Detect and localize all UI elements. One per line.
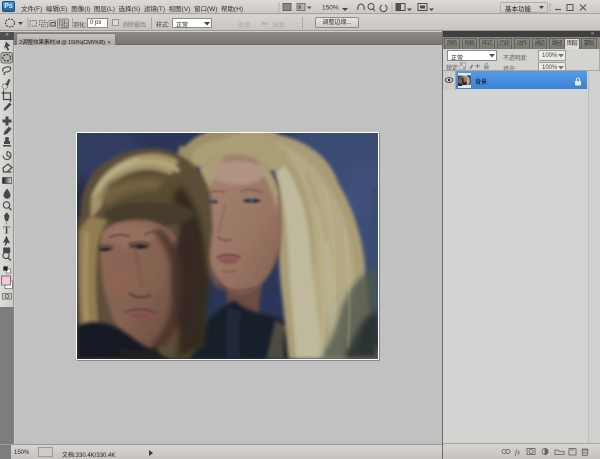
svg-text:150%: 150% — [322, 5, 339, 12]
svg-text:fx: fx — [515, 449, 521, 457]
svg-text:T: T — [3, 226, 10, 237]
